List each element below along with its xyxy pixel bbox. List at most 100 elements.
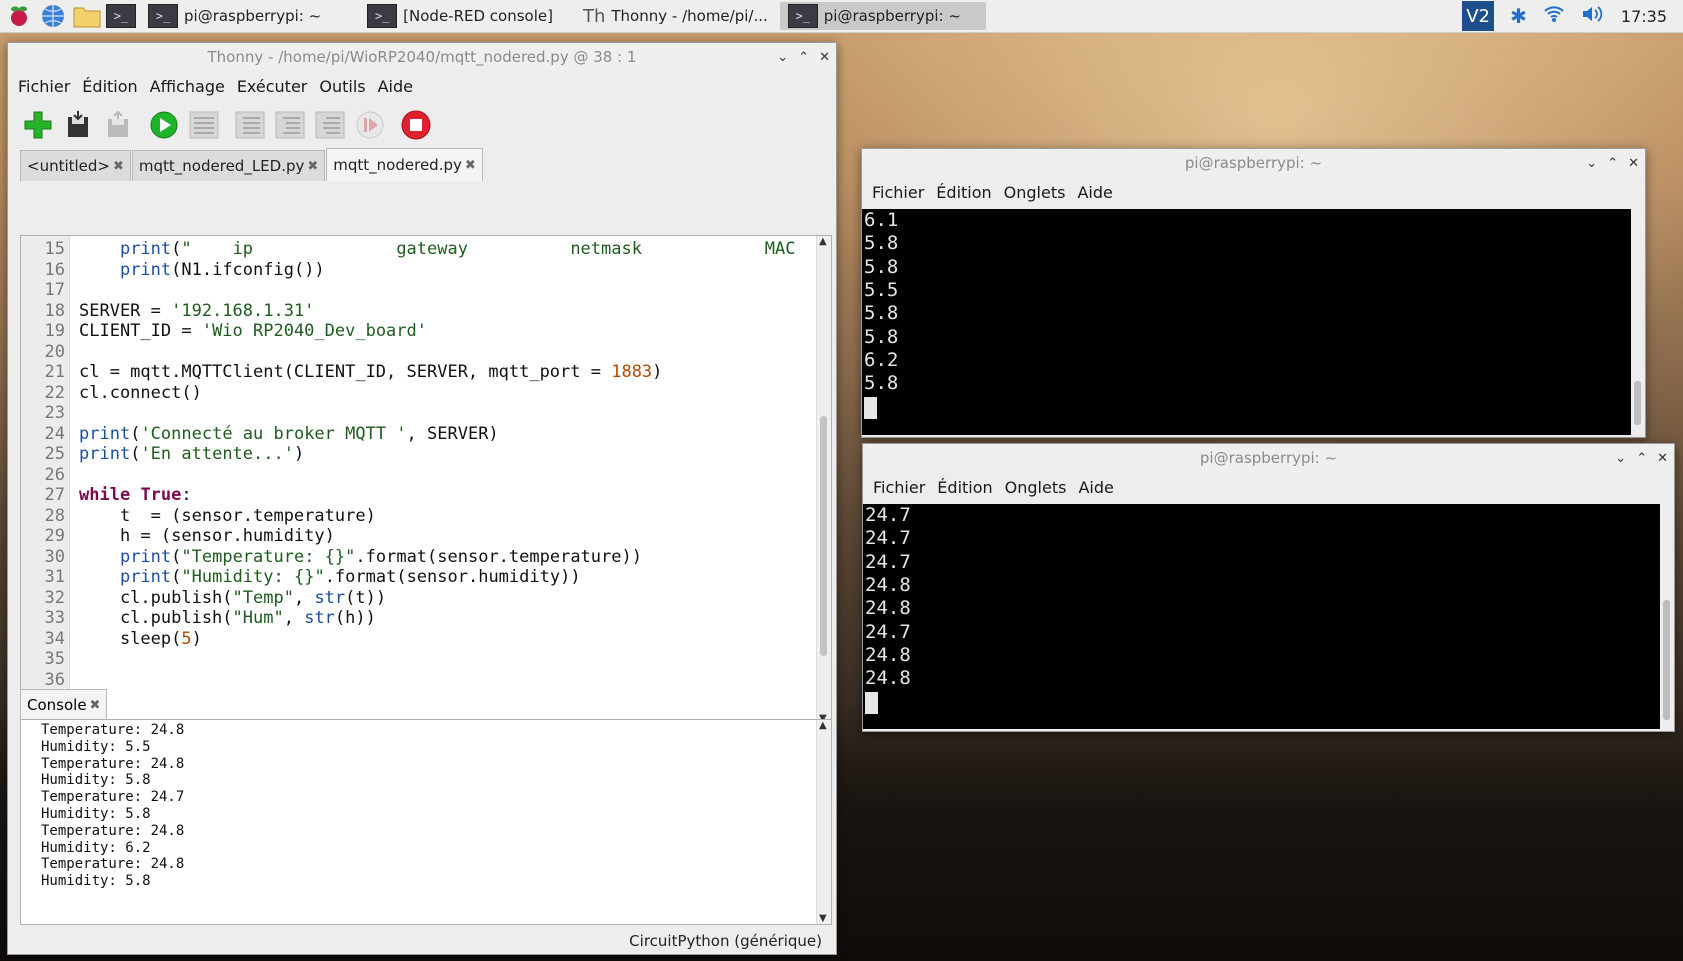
bluetooth-icon[interactable]: ✱ [1510,4,1527,28]
file-manager-icon[interactable] [72,2,102,30]
menu-aide[interactable]: Aide [1072,478,1119,497]
maximize-icon[interactable]: ⌃ [798,50,809,65]
step-into-button[interactable] [274,109,306,141]
stop-button[interactable] [400,109,432,141]
menu-onglets[interactable]: Onglets [998,183,1072,202]
menu-fichier[interactable]: Fichier [867,478,931,497]
close-icon[interactable]: ✕ [1628,156,1639,171]
run-button[interactable] [148,109,180,141]
menu-affichage[interactable]: Affichage [144,77,231,96]
volume-icon[interactable] [1581,4,1605,28]
tab-console[interactable]: Console ✖ [20,689,108,720]
menu-edition[interactable]: Édition [931,478,998,497]
code-line[interactable]: print('En attente...') [79,443,304,465]
close-icon[interactable]: ✕ [1657,451,1668,466]
code-line[interactable]: CLIENT_ID = 'Wio RP2040_Dev_board' [79,320,427,342]
new-file-button[interactable] [22,109,54,141]
line-number: 34 [44,628,65,649]
code-line[interactable]: cl = mqtt.MQTTClient(CLIENT_ID, SERVER, … [79,361,662,383]
taskbar-button-node-red[interactable]: >_ [Node-RED console] [359,2,561,30]
scrollbar-thumb[interactable] [1663,600,1670,720]
code-line[interactable]: sleep(5) [79,628,202,650]
close-tab-icon[interactable]: ✖ [465,158,476,173]
menu-onglets[interactable]: Onglets [999,478,1073,497]
terminal-titlebar[interactable]: pi@raspberrypi: ~ ⌄ ⌃ ✕ [863,444,1674,472]
menu-fichier[interactable]: Fichier [866,183,930,202]
menu-outils[interactable]: Outils [313,77,371,96]
terminal-scrollbar[interactable] [1631,209,1645,435]
menu-fichier[interactable]: Fichier [12,77,76,96]
close-icon[interactable]: ✕ [819,50,830,65]
code-line[interactable]: t = (sensor.temperature) [79,505,376,527]
close-tab-icon[interactable]: ✖ [307,159,318,174]
line-number: 32 [44,587,65,608]
minimize-icon[interactable]: ⌄ [1586,156,1597,171]
code-line[interactable]: print(" ip gateway netmask MAC [79,238,796,260]
terminal-titlebar[interactable]: pi@raspberrypi: ~ ⌄ ⌃ ✕ [862,149,1645,177]
minimize-icon[interactable]: ⌄ [777,50,788,65]
code-line[interactable]: print(N1.ifconfig()) [79,259,325,281]
shell-console[interactable]: Temperature: 24.8 Humidity: 5.5 Temperatur… [20,719,832,925]
taskbar-button-label: Thonny - /home/pi/... [611,7,768,25]
code-editor[interactable]: 15 16 17 18 19 20 21 22 23 24 25 26 27 28 29 30 31 32 33 34… [20,235,832,725]
scroll-up-icon[interactable]: ▲ [819,720,827,731]
tab-label: mqtt_nodered_LED.py [138,157,305,175]
terminal-menubar: Fichier Édition Onglets Aide [862,177,1645,207]
raspberry-menu-icon[interactable] [4,2,34,30]
menu-edition[interactable]: Édition [76,77,143,96]
step-out-button[interactable] [314,109,346,141]
code-line[interactable]: print("Humidity: {}".format(sensor.humid… [79,566,581,588]
menu-aide[interactable]: Aide [372,77,419,96]
menu-edition[interactable]: Édition [930,183,997,202]
code-line[interactable]: cl.publish("Temp", str(t)) [79,587,386,609]
maximize-icon[interactable]: ⌃ [1636,451,1647,466]
interpreter-selector[interactable]: CircuitPython (générique) [629,932,822,950]
wifi-icon[interactable] [1543,4,1565,28]
web-browser-icon[interactable] [38,2,68,30]
terminal-launcher-icon[interactable]: >_ [106,2,136,30]
clock[interactable]: 17:35 [1621,7,1667,26]
code-line[interactable]: print('Connecté au broker MQTT ', SERVER… [79,423,499,445]
open-file-button[interactable] [62,109,94,141]
code-line[interactable]: cl.publish("Hum", str(h)) [79,607,376,629]
minimize-icon[interactable]: ⌄ [1615,451,1626,466]
terminal-scrollbar[interactable] [1660,504,1674,729]
scrollbar-thumb[interactable] [820,416,827,656]
taskbar-button-terminal-2[interactable]: >_ pi@raspberrypi: ~ [779,2,986,30]
thonny-titlebar[interactable]: Thonny - /home/pi/WioRP2040/mqtt_nodered… [8,43,836,71]
taskbar-button-terminal-1[interactable]: >_ pi@raspberrypi: ~ [140,2,329,30]
tab-mqtt-nodered-led[interactable]: mqtt_nodered_LED.py ✖ [131,150,326,181]
debug-button[interactable] [188,109,220,141]
menu-aide[interactable]: Aide [1071,183,1118,202]
window-title: pi@raspberrypi: ~ [1184,154,1323,172]
vnc-icon[interactable]: V2 [1462,1,1495,31]
scroll-down-icon[interactable]: ▼ [819,913,827,924]
editor-scrollbar[interactable]: ▲ ▼ [816,236,831,724]
resume-button[interactable] [354,109,386,141]
close-tab-icon[interactable]: ✖ [90,698,101,713]
code-line[interactable]: SERVER = '192.168.1.31' [79,300,314,322]
code-line[interactable]: print("Temperature: {}".format(sensor.te… [79,546,642,568]
menu-executer[interactable]: Exécuter [231,77,314,96]
maximize-icon[interactable]: ⌃ [1607,156,1618,171]
taskbar-button-thonny[interactable]: Th Thonny - /home/pi/... [575,2,776,30]
terminal-output[interactable]: 6.1 5.8 5.8 5.5 5.8 5.8 6.2 5.8 [862,209,1631,435]
close-tab-icon[interactable]: ✖ [113,159,124,174]
scroll-up-icon[interactable]: ▲ [819,236,827,247]
console-line: Temperature: 24.8 [41,755,185,772]
step-over-button[interactable] [234,109,266,141]
line-number: 30 [44,546,65,567]
window-title: Thonny - /home/pi/WioRP2040/mqtt_nodered… [207,48,637,66]
scrollbar-thumb[interactable] [1634,381,1641,425]
code-line[interactable]: while True: [79,484,192,506]
tab-untitled[interactable]: <untitled> ✖ [20,150,131,181]
taskbar-button-label: pi@raspberrypi: ~ [823,7,961,25]
save-file-button[interactable] [102,109,134,141]
console-scrollbar[interactable]: ▲ ▼ [816,720,831,924]
taskbar-button-label: pi@raspberrypi: ~ [184,7,322,25]
code-line[interactable]: cl.connect() [79,382,202,404]
tab-mqtt-nodered[interactable]: mqtt_nodered.py ✖ [326,148,483,181]
code-line[interactable]: h = (sensor.humidity) [79,525,335,547]
console-line: Temperature: 24.8 [41,722,185,738]
terminal-output[interactable]: 24.7 24.7 24.7 24.8 24.8 24.7 24.8 24.8 [863,504,1660,729]
